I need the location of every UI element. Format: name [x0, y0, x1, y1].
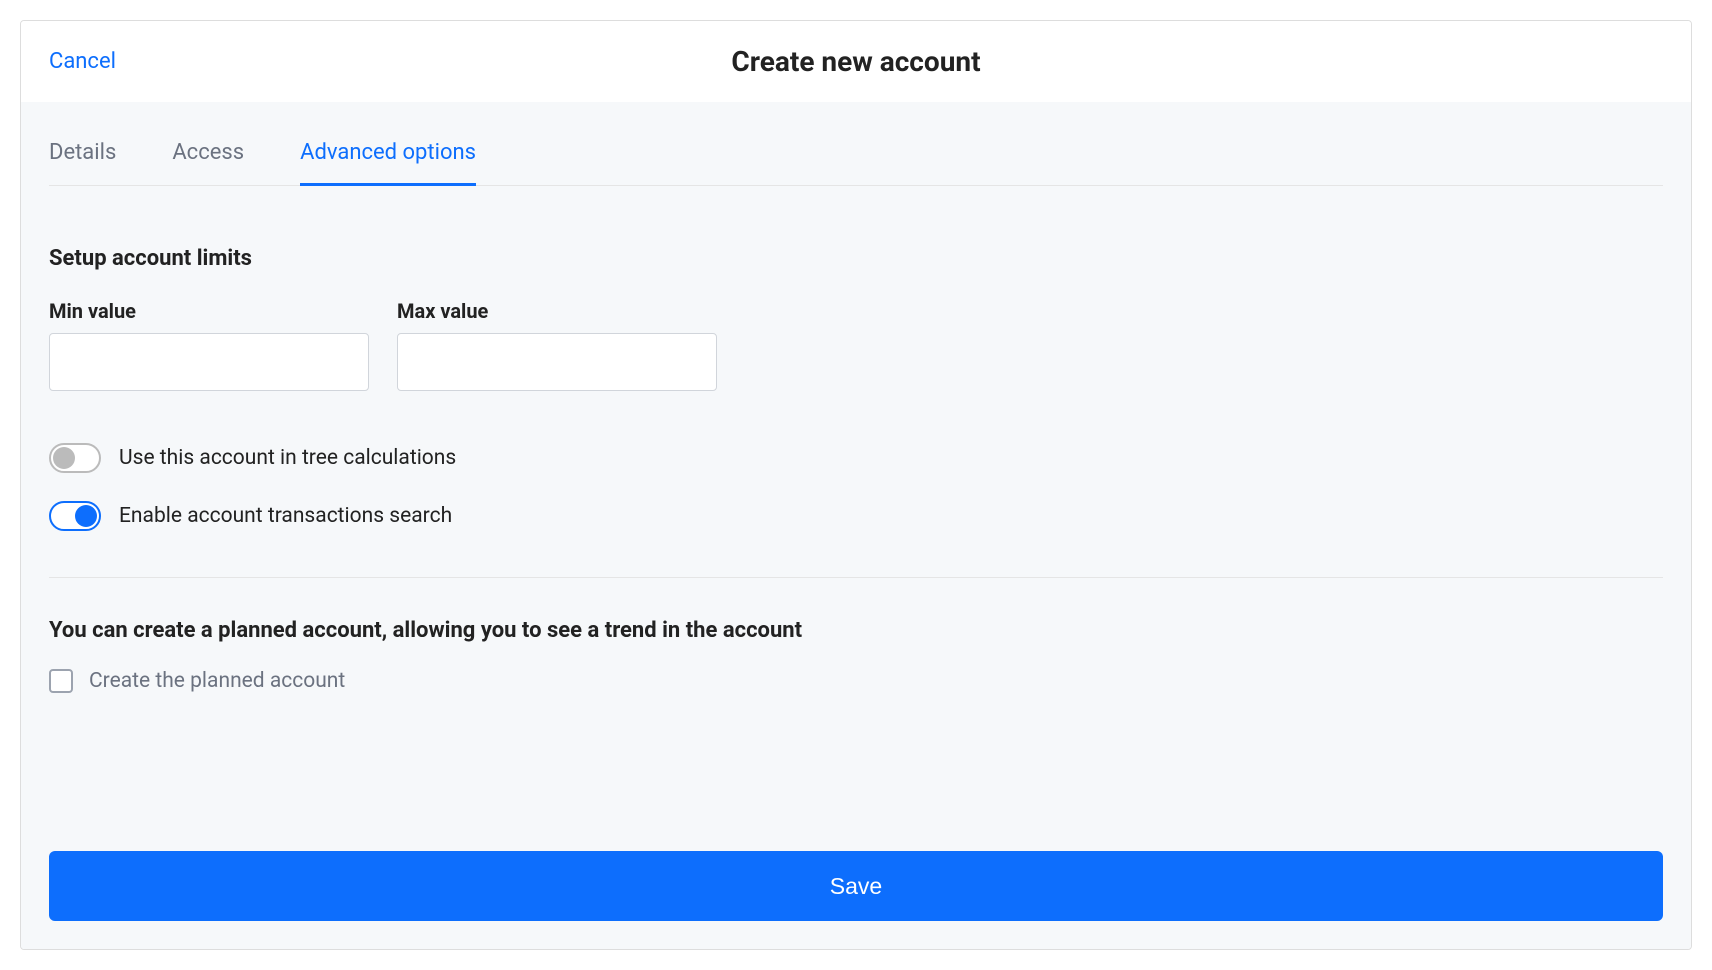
toggle-tree-calculations[interactable]	[49, 443, 101, 473]
planned-account-info: You can create a planned account, allowi…	[49, 618, 1663, 643]
planned-checkbox-row: Create the planned account	[49, 669, 1663, 693]
toggle-tree-calculations-label: Use this account in tree calculations	[119, 446, 456, 470]
modal-title: Create new account	[731, 45, 980, 78]
toggles-section: Use this account in tree calculations En…	[49, 443, 1663, 559]
min-value-label: Min value	[49, 299, 369, 323]
toggle-knob-icon	[75, 505, 97, 527]
create-planned-account-label: Create the planned account	[89, 669, 345, 693]
toggle-knob-icon	[53, 447, 75, 469]
min-value-group: Min value	[49, 299, 369, 391]
tab-access[interactable]: Access	[172, 140, 244, 186]
modal-header: Cancel Create new account	[21, 21, 1691, 102]
tab-advanced-options[interactable]: Advanced options	[300, 140, 476, 186]
max-value-label: Max value	[397, 299, 717, 323]
create-planned-account-checkbox[interactable]	[49, 669, 73, 693]
min-value-input[interactable]	[49, 333, 369, 391]
save-button[interactable]: Save	[49, 851, 1663, 921]
cancel-button[interactable]: Cancel	[49, 49, 116, 74]
tabs: Details Access Advanced options	[49, 102, 1663, 186]
modal-body: Details Access Advanced options Setup ac…	[21, 102, 1691, 949]
toggle-transactions-search-label: Enable account transactions search	[119, 504, 452, 528]
spacer	[49, 693, 1663, 811]
toggle-row-tx-search: Enable account transactions search	[49, 501, 1663, 531]
tab-details[interactable]: Details	[49, 140, 116, 186]
max-value-group: Max value	[397, 299, 717, 391]
limits-heading: Setup account limits	[49, 246, 1663, 271]
max-value-input[interactable]	[397, 333, 717, 391]
limits-form-row: Min value Max value	[49, 299, 1663, 391]
toggle-transactions-search[interactable]	[49, 501, 101, 531]
create-account-modal: Cancel Create new account Details Access…	[20, 20, 1692, 950]
toggle-row-tree-calc: Use this account in tree calculations	[49, 443, 1663, 473]
divider	[49, 577, 1663, 578]
